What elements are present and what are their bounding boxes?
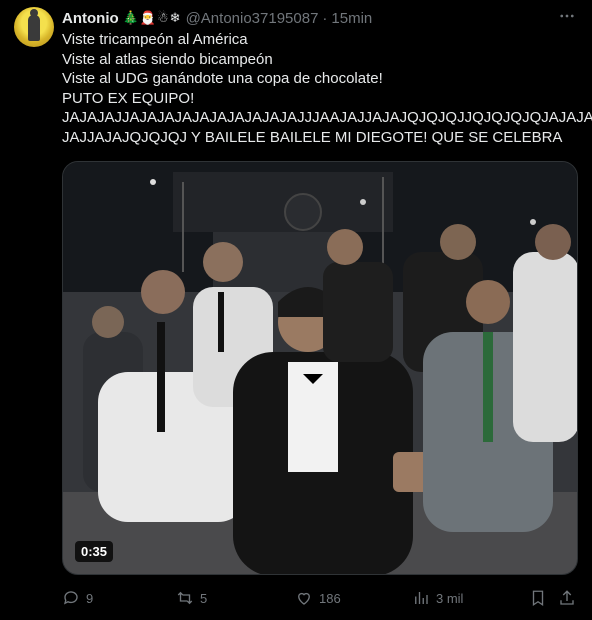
author-handle[interactable]: @Antonio37195087 (186, 10, 319, 27)
tweet-line: Viste al UDG ganándote una copa de choco… (62, 70, 383, 87)
share-icon[interactable] (558, 589, 576, 607)
separator-dot: · (322, 9, 328, 27)
like-count: 186 (319, 590, 341, 606)
views-icon (415, 592, 428, 604)
author-name[interactable]: Antonio (62, 10, 119, 27)
tweet-line: Viste tricampeón al América (62, 31, 248, 48)
tweet-line: PUTO EX EQUIPO! (62, 89, 195, 107)
heart-icon (298, 592, 310, 605)
video-duration: 0:35 (75, 541, 114, 562)
repost-button[interactable]: 5 (176, 586, 207, 610)
like-button[interactable]: 186 (295, 586, 341, 610)
more-dots-icon[interactable] (556, 6, 578, 26)
reply-icon (63, 591, 78, 605)
bookmark-icon[interactable] (529, 589, 547, 607)
video-frame (63, 162, 577, 574)
reply-button[interactable]: 9 (62, 586, 93, 610)
tweet-line: JAJAJAJJAJAJAJAJAJAJAJAJAJAJJJAAJAJJAJAJ… (62, 109, 592, 126)
tweet-line: JAJJAJAJQJQJQJ Y BAILELE BAILELE MI DIEG… (62, 128, 563, 146)
author-emojis: 🎄🎅☃❄ (122, 10, 182, 25)
action-bar: 9 5 186 3 mil (62, 586, 578, 610)
views-count: 3 mil (436, 590, 464, 606)
tweet-header: Antonio 🎄🎅☃❄ @Antonio37195087 · 15min (62, 8, 582, 28)
reply-count: 9 (86, 590, 94, 606)
avatar[interactable] (14, 7, 54, 47)
repost-count: 5 (200, 590, 208, 606)
timestamp[interactable]: 15min (331, 10, 372, 27)
views-button[interactable]: 3 mil (412, 586, 463, 610)
tweet-line: Viste al atlas siendo bicampeón (62, 50, 273, 68)
tweet[interactable]: Antonio 🎄🎅☃❄ @Antonio37195087 · 15min Vi… (0, 0, 592, 620)
tweet-text: Viste tricampeón al América Viste al atl… (62, 30, 592, 147)
repost-icon (177, 591, 193, 605)
video-player[interactable]: 0:35 (62, 161, 578, 575)
